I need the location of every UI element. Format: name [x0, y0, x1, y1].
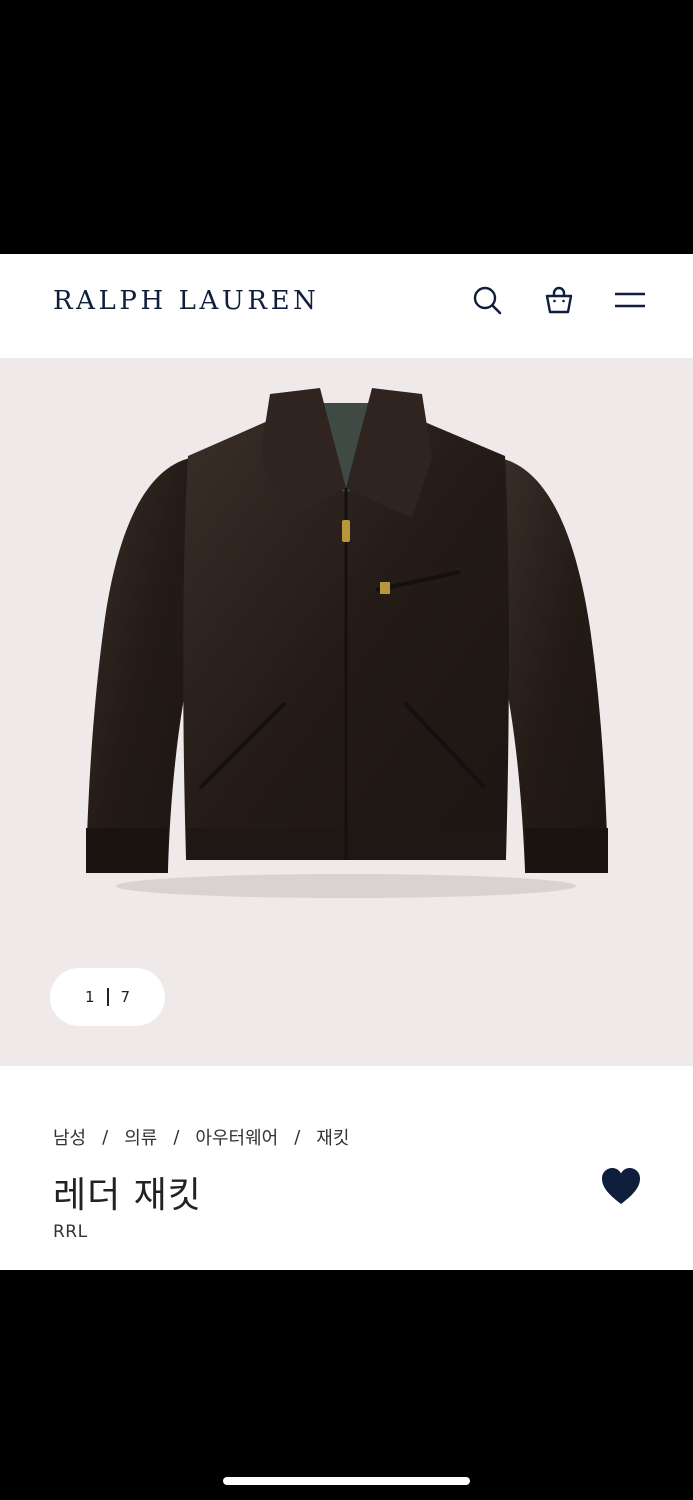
favorite-heart-icon[interactable] — [600, 1166, 642, 1206]
menu-icon[interactable] — [614, 284, 646, 316]
search-icon[interactable] — [471, 284, 503, 316]
breadcrumb-item-outerwear[interactable]: 아우터웨어 — [195, 1124, 278, 1150]
breadcrumb-separator: / — [294, 1126, 301, 1148]
product-image-gallery[interactable]: 1 7 — [0, 358, 693, 1066]
status-bar-area — [0, 0, 693, 254]
breadcrumb-item-jackets[interactable]: 재킷 — [316, 1124, 349, 1150]
breadcrumb-item-men[interactable]: 남성 — [53, 1124, 86, 1150]
home-indicator[interactable] — [223, 1477, 470, 1485]
shopping-bag-icon[interactable] — [543, 284, 575, 316]
breadcrumb-separator: / — [102, 1126, 109, 1148]
product-image-leather-jacket — [86, 388, 608, 898]
image-counter: 1 7 — [50, 968, 165, 1026]
bottom-bar-area — [0, 1270, 693, 1500]
site-header: RALPH LAUREN — [0, 254, 693, 358]
breadcrumb-item-clothing[interactable]: 의류 — [124, 1124, 157, 1150]
product-brand: RRL — [53, 1222, 88, 1242]
product-title: 레더 재킷 — [53, 1175, 202, 1216]
total-image-count: 7 — [120, 988, 131, 1006]
counter-divider — [106, 988, 109, 1006]
breadcrumb-separator: / — [173, 1126, 180, 1148]
breadcrumb: 남성 / 의류 / 아우터웨어 / 재킷 — [53, 1124, 349, 1150]
current-image-number: 1 — [84, 988, 95, 1006]
brand-logo[interactable]: RALPH LAUREN — [53, 286, 320, 316]
product-info: 남성 / 의류 / 아우터웨어 / 재킷 레더 재킷 RRL — [0, 1066, 693, 1270]
